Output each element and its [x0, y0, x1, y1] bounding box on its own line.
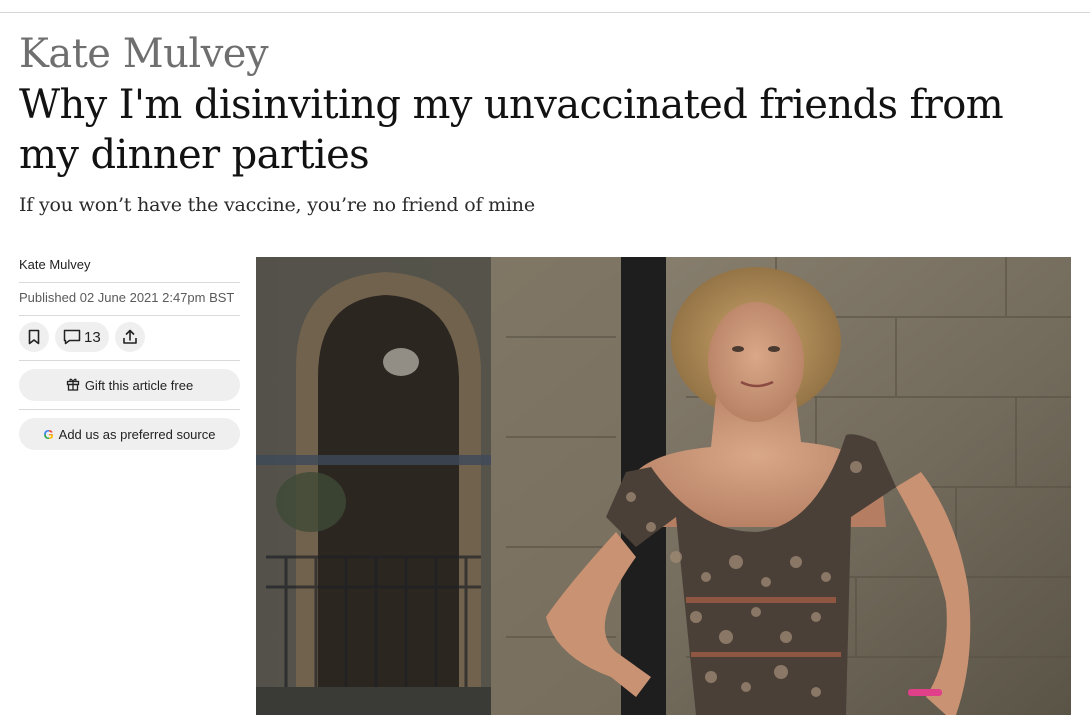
bookmark-icon [27, 329, 41, 345]
headline: Why I'm disinviting my unvaccinated frie… [19, 82, 1004, 178]
preferred-source-button[interactable]: G Add us as preferred source [19, 418, 240, 450]
bookmark-button[interactable] [19, 322, 49, 352]
article-actions: 13 [19, 316, 240, 361]
gift-icon [66, 377, 80, 394]
article-header: Kate Mulvey Why I'm disinviting my unvac… [19, 28, 1069, 218]
google-icon: G [43, 426, 54, 442]
share-icon [122, 329, 138, 345]
standfirst: If you won’t have the vaccine, you’re no… [19, 194, 535, 216]
kicker[interactable]: Kate Mulvey [19, 28, 1069, 80]
top-bar [0, 0, 1090, 13]
comments-count: 13 [84, 328, 101, 346]
author-byline[interactable]: Kate Mulvey [19, 255, 240, 283]
gift-article-section: Gift this article free [19, 361, 240, 410]
gift-article-label: Gift this article free [84, 377, 194, 393]
share-button[interactable] [114, 322, 145, 352]
article-meta-sidebar: Kate Mulvey Published 02 June 2021 2:47p… [19, 255, 240, 458]
preferred-source-label: Add us as preferred source [58, 426, 216, 442]
published-date: Published 02 June 2021 2:47pm BST [19, 283, 240, 316]
preferred-source-section: G Add us as preferred source [19, 410, 240, 458]
gift-article-button[interactable]: Gift this article free [19, 369, 240, 401]
article-lead-image [256, 257, 1071, 715]
comments-button[interactable]: 13 [55, 322, 109, 352]
comment-icon [63, 329, 81, 345]
